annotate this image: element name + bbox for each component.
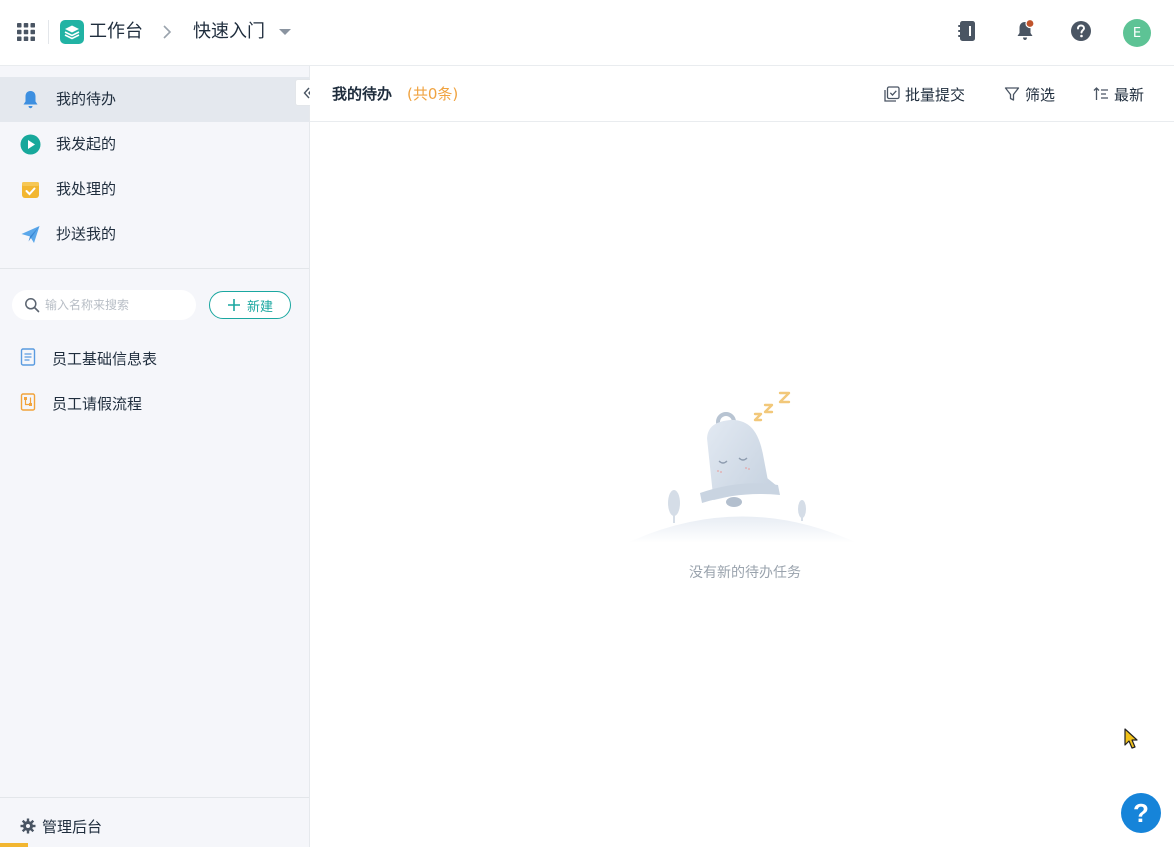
empty-state-message: 没有新的待办任务 bbox=[689, 565, 801, 581]
admin-console-link[interactable]: 管理后台 bbox=[20, 814, 102, 838]
floating-help-button[interactable]: ? bbox=[1121, 793, 1161, 833]
page-title: 我的待办 bbox=[332, 85, 393, 103]
batch-checkbox-icon bbox=[884, 86, 900, 102]
todo-count: (共0条) bbox=[407, 85, 459, 103]
workflow-icon bbox=[20, 393, 36, 411]
form-document-icon bbox=[20, 348, 36, 366]
form-item-label: 员工请假流程 bbox=[52, 395, 143, 413]
help-circle-icon[interactable] bbox=[1069, 19, 1093, 43]
inbox-check-icon bbox=[22, 182, 39, 198]
batch-submit-button[interactable]: 批量提交 bbox=[884, 83, 965, 105]
sidebar-item-processed[interactable]: 我处理的 bbox=[0, 167, 309, 212]
new-app-button[interactable]: 新建 bbox=[209, 291, 291, 319]
filter-funnel-icon bbox=[1004, 87, 1020, 101]
sidebar-item-cc-me[interactable]: 抄送我的 bbox=[0, 212, 309, 257]
sidebar-item-initiated[interactable]: 我发起的 bbox=[0, 122, 309, 167]
top-bar: 工作台 快速入门 E bbox=[0, 0, 1174, 66]
sleeping-bell-illustration bbox=[627, 391, 857, 543]
sidebar-item-label: 我发起的 bbox=[56, 135, 117, 153]
workspace-logo-icon[interactable] bbox=[60, 20, 84, 44]
search-icon bbox=[25, 298, 40, 313]
breadcrumb-current-app[interactable]: 快速入门 bbox=[193, 20, 265, 44]
sort-latest-button[interactable]: 最新 bbox=[1093, 83, 1144, 105]
paper-plane-icon bbox=[21, 226, 40, 243]
app-search-input[interactable] bbox=[45, 294, 190, 316]
app-search-box[interactable] bbox=[12, 290, 196, 320]
sidebar-item-label: 抄送我的 bbox=[56, 225, 117, 243]
sidebar-bottom-divider bbox=[0, 797, 309, 798]
address-book-icon[interactable] bbox=[956, 19, 980, 43]
main-header: 我的待办 (共0条) 批量提交 筛选 最新 bbox=[310, 66, 1174, 122]
brand-title[interactable]: 工作台 bbox=[89, 20, 143, 44]
sidebar-divider bbox=[0, 268, 309, 269]
sort-label: 最新 bbox=[1114, 85, 1145, 104]
gear-icon bbox=[20, 818, 36, 834]
bell-icon bbox=[23, 91, 38, 109]
new-button-label: 新建 bbox=[246, 299, 273, 315]
sidebar-item-my-todo[interactable]: 我的待办 bbox=[0, 77, 309, 122]
sidebar-item-label: 我处理的 bbox=[56, 180, 117, 198]
apps-grid-icon[interactable] bbox=[16, 22, 36, 42]
filter-button[interactable]: 筛选 bbox=[1004, 83, 1055, 105]
sidebar-form-employee-info[interactable]: 员工基础信息表 bbox=[0, 339, 309, 379]
filter-label: 筛选 bbox=[1025, 85, 1056, 104]
sort-icon bbox=[1093, 87, 1108, 100]
mouse-cursor-icon bbox=[1124, 728, 1138, 749]
sidebar-item-label: 我的待办 bbox=[56, 90, 117, 108]
sidebar-accent-bar bbox=[0, 843, 28, 847]
notification-bell-icon[interactable] bbox=[1013, 19, 1037, 43]
caret-down-icon[interactable] bbox=[278, 27, 292, 37]
sidebar: 我的待办 我发起的 我处理的 抄送我的 新建 bbox=[0, 66, 310, 847]
sidebar-form-leave-process[interactable]: 员工请假流程 bbox=[0, 384, 309, 424]
plus-icon bbox=[227, 299, 240, 311]
chevron-right-icon bbox=[163, 25, 172, 39]
form-item-label: 员工基础信息表 bbox=[52, 350, 158, 368]
admin-label: 管理后台 bbox=[42, 817, 103, 836]
batch-submit-label: 批量提交 bbox=[905, 85, 966, 104]
header-divider bbox=[48, 20, 49, 44]
play-icon bbox=[20, 134, 41, 155]
user-avatar[interactable]: E bbox=[1123, 19, 1151, 47]
